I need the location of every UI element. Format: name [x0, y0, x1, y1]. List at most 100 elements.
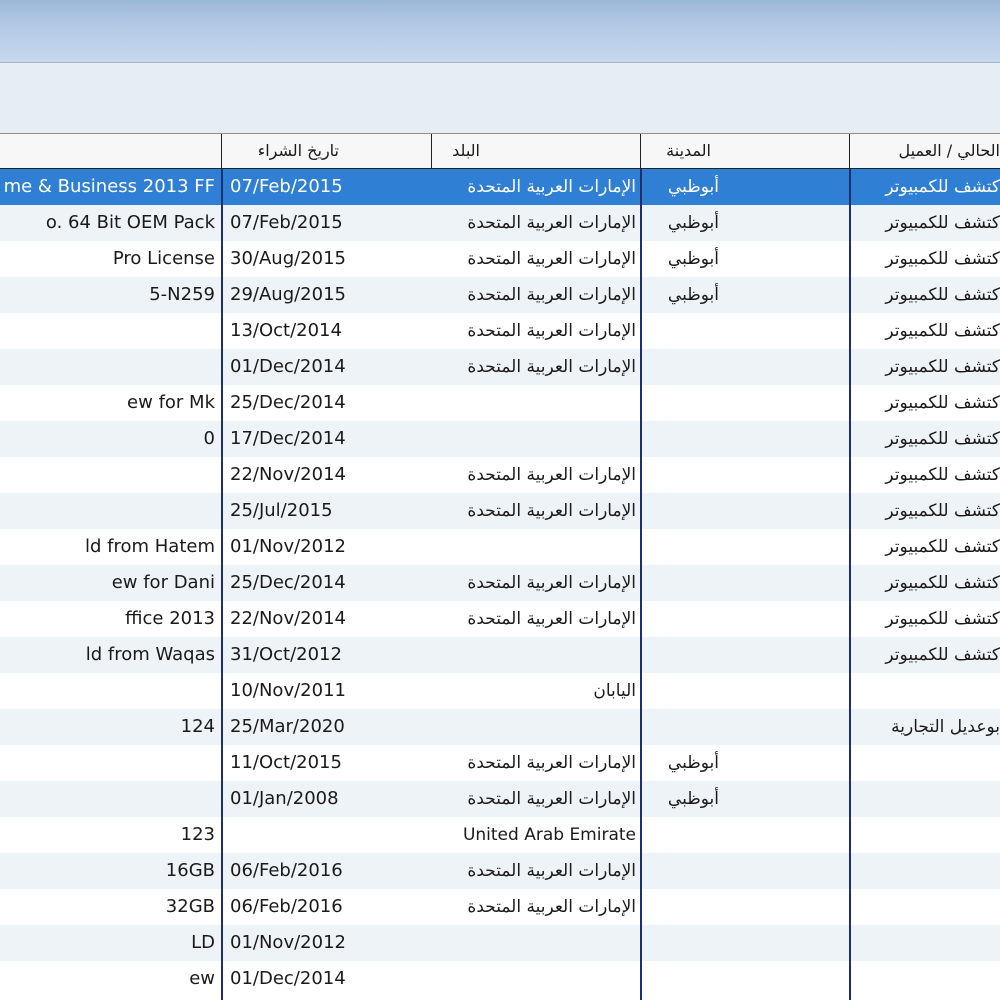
cell-country: الإمارات العربية المتحدة — [432, 781, 640, 817]
cell-country-text: الإمارات العربية المتحدة — [467, 285, 636, 305]
cell-purchase-date: 11/Oct/2015 — [222, 745, 431, 781]
cell-product: ffice 2013 — [0, 601, 221, 637]
cell-purchase-date: 10/Nov/2011 — [222, 673, 431, 709]
cell-customer: كتشف للكمبيوتر — [850, 565, 1000, 601]
cell-product: 124 — [0, 709, 221, 745]
cell-product — [0, 349, 221, 385]
cell-purchase-date-text: 01/Jan/2008 — [230, 788, 339, 809]
cell-purchase-date: 25/Dec/2014 — [222, 385, 431, 421]
cell-product — [0, 457, 221, 493]
cell-purchase-date-text: 11/Oct/2015 — [230, 752, 342, 773]
cell-purchase-date-text: 01/Nov/2012 — [230, 932, 346, 953]
cell-customer: كتشف للكمبيوتر — [850, 349, 1000, 385]
cell-city: أبوظبي — [641, 277, 849, 313]
cell-customer: كتشف للكمبيوتر — [850, 169, 1000, 205]
cell-customer — [850, 781, 1000, 817]
cell-purchase-date: 01/Nov/2012 — [222, 529, 431, 565]
cell-country — [432, 925, 640, 961]
cell-country-text: الإمارات العربية المتحدة — [467, 789, 636, 809]
cell-country: الإمارات العربية المتحدة — [432, 889, 640, 925]
cell-city — [641, 421, 849, 457]
cell-purchase-date: 25/Dec/2014 — [222, 565, 431, 601]
cell-customer — [850, 961, 1000, 997]
cell-city — [641, 385, 849, 421]
cell-purchase-date-text: 07/Feb/2015 — [230, 176, 343, 197]
cell-product: Pro License — [0, 241, 221, 277]
cell-purchase-date: 22/Nov/2014 — [222, 601, 431, 637]
cell-product-text: 124 — [180, 716, 215, 737]
cell-product — [0, 745, 221, 781]
cell-city: أبوظبي — [641, 745, 849, 781]
cell-country-text: الإمارات العربية المتحدة — [467, 609, 636, 629]
cell-country: الإمارات العربية المتحدة — [432, 277, 640, 313]
cell-purchase-date: 06/Feb/2016 — [222, 853, 431, 889]
cell-purchase-date-text: 01/Dec/2014 — [230, 968, 346, 989]
cell-customer-text: كتشف للكمبيوتر — [885, 177, 1000, 197]
cell-product: 5-N259 — [0, 277, 221, 313]
cell-product — [0, 313, 221, 349]
cell-purchase-date-text: 25/Mar/2020 — [230, 716, 345, 737]
cell-customer: كتشف للكمبيوتر — [850, 601, 1000, 637]
cell-purchase-date-text: 29/Aug/2015 — [230, 284, 346, 305]
cell-purchase-date-text: 31/Oct/2012 — [230, 644, 342, 665]
data-grid[interactable]: تاريخ الشراء البلد المدينة الحالي / العم… — [0, 134, 1000, 1000]
cell-city — [641, 961, 849, 997]
cell-city — [641, 817, 849, 853]
cell-customer: كتشف للكمبيوتر — [850, 313, 1000, 349]
cell-city — [641, 853, 849, 889]
cell-product-text: 5-N259 — [149, 284, 215, 305]
cell-city — [641, 349, 849, 385]
cell-customer: كتشف للكمبيوتر — [850, 385, 1000, 421]
cell-country-text: الإمارات العربية المتحدة — [467, 249, 636, 269]
cell-purchase-date-text: 25/Jul/2015 — [230, 500, 333, 521]
cell-country-text: الإمارات العربية المتحدة — [467, 321, 636, 341]
cell-city — [641, 565, 849, 601]
column-header-country[interactable]: البلد — [432, 134, 640, 168]
cell-country: اليابان — [432, 673, 640, 709]
cell-city — [641, 313, 849, 349]
cell-purchase-date: 01/Dec/2014 — [222, 961, 431, 997]
column-header-customer[interactable]: الحالي / العميل — [850, 134, 1000, 168]
cell-city — [641, 457, 849, 493]
cell-country: الإمارات العربية المتحدة — [432, 205, 640, 241]
column-header-product[interactable] — [0, 134, 221, 168]
cell-customer-text: كتشف للكمبيوتر — [885, 213, 1000, 233]
cell-city-text: أبوظبي — [667, 285, 719, 305]
cell-city: أبوظبي — [641, 205, 849, 241]
cell-purchase-date: 01/Dec/2014 — [222, 349, 431, 385]
cell-customer — [850, 889, 1000, 925]
cell-country-text: United Arab Emirate — [462, 825, 636, 845]
cell-customer-text: كتشف للكمبيوتر — [885, 609, 1000, 629]
cell-customer-text: كتشف للكمبيوتر — [885, 429, 1000, 449]
cell-country: الإمارات العربية المتحدة — [432, 457, 640, 493]
cell-purchase-date: 13/Oct/2014 — [222, 313, 431, 349]
cell-product: 123 — [0, 817, 221, 853]
cell-country — [432, 637, 640, 673]
cell-country — [432, 709, 640, 745]
cell-city-text: أبوظبي — [667, 789, 719, 809]
cell-purchase-date-text: 06/Feb/2016 — [230, 860, 343, 881]
cell-city: أبوظبي — [641, 781, 849, 817]
cell-product-text: o. 64 Bit OEM Pack — [45, 212, 215, 233]
cell-customer-text: كتشف للكمبيوتر — [885, 321, 1000, 341]
cell-product: 0 — [0, 421, 221, 457]
cell-city — [641, 601, 849, 637]
cell-purchase-date-text: 22/Nov/2014 — [230, 464, 346, 485]
cell-city-text: أبوظبي — [667, 249, 719, 269]
cell-country: الإمارات العربية المتحدة — [432, 493, 640, 529]
column-header-city[interactable]: المدينة — [641, 134, 849, 168]
cell-customer: كتشف للكمبيوتر — [850, 241, 1000, 277]
cell-country-text: الإمارات العربية المتحدة — [467, 753, 636, 773]
column-divider — [640, 169, 642, 1000]
cell-purchase-date: 07/Feb/2015 — [222, 205, 431, 241]
cell-customer-text: كتشف للكمبيوتر — [885, 573, 1000, 593]
cell-customer — [850, 673, 1000, 709]
cell-purchase-date: 01/Jan/2008 — [222, 781, 431, 817]
cell-customer: كتشف للكمبيوتر — [850, 457, 1000, 493]
cell-customer: كتشف للكمبيوتر — [850, 529, 1000, 565]
cell-purchase-date-text: 25/Dec/2014 — [230, 392, 346, 413]
column-header-purchase-date[interactable]: تاريخ الشراء — [222, 134, 431, 168]
cell-customer: كتشف للكمبيوتر — [850, 493, 1000, 529]
cell-purchase-date — [222, 817, 431, 853]
cell-product-text: ld from Hatem — [85, 536, 215, 557]
